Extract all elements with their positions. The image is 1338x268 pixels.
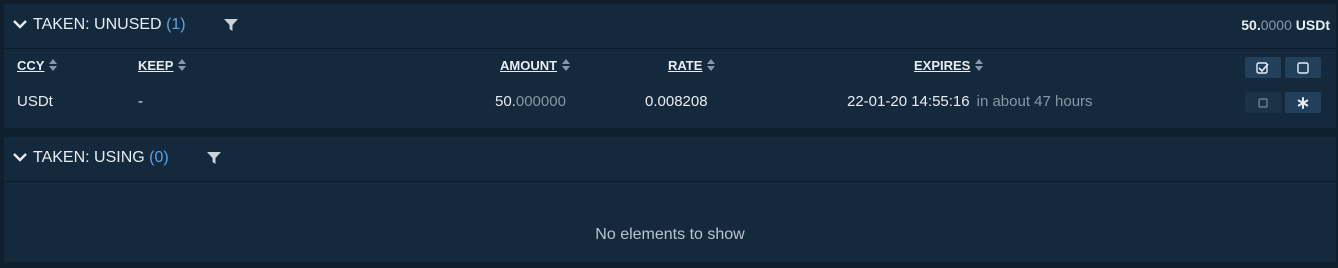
column-label: CCY <box>17 58 45 73</box>
panel-title: TAKEN: USING (0) <box>33 149 169 167</box>
cell-expires: 22-01-20 14:55:16 in about 47 hours <box>847 93 1093 110</box>
total-unit: USDt <box>1291 17 1330 33</box>
panel-count: (1) <box>166 16 186 33</box>
checkbox-checked-icon <box>1256 61 1269 74</box>
filter-icon[interactable] <box>224 18 238 32</box>
panel-header: TAKEN: USING (0) <box>4 137 1336 182</box>
column-label: AMOUNT <box>500 58 558 73</box>
asterisk-icon <box>1297 96 1309 109</box>
chevron-down-icon[interactable] <box>12 150 28 164</box>
sort-icon <box>707 59 716 71</box>
column-label: KEEP <box>138 58 174 73</box>
sort-icon <box>562 59 571 71</box>
row-action-button[interactable] <box>1285 92 1321 113</box>
empty-state-text: No elements to show <box>595 226 745 243</box>
sort-icon <box>49 59 58 71</box>
panel-count: (0) <box>149 149 169 166</box>
sort-icon <box>178 59 187 71</box>
column-header-ccy[interactable]: CCY <box>17 58 58 73</box>
panel-header: TAKEN: UNUSED (1) 50.0000 USDt <box>4 4 1336 49</box>
expires-relative: in about 47 hours <box>976 93 1093 110</box>
column-header-keep[interactable]: KEEP <box>138 58 187 73</box>
cell-keep: - <box>138 93 143 110</box>
sort-icon <box>975 59 984 71</box>
checkbox-icon <box>1258 97 1268 108</box>
panel-title: TAKEN: UNUSED (1) <box>33 16 186 34</box>
column-label: EXPIRES <box>914 58 971 73</box>
checkbox-icon <box>1297 61 1309 74</box>
total-int: 50. <box>1241 17 1261 33</box>
amount-frac: 000000 <box>515 93 566 110</box>
select-none-button[interactable] <box>1285 57 1321 78</box>
column-header-rate[interactable]: RATE <box>668 58 716 73</box>
cell-ccy: USDt <box>17 93 53 110</box>
cell-amount: 50.000000 <box>495 93 566 110</box>
amount-int: 50. <box>495 93 516 110</box>
panel-title-text: TAKEN: USING <box>33 149 145 166</box>
column-header-amount[interactable]: AMOUNT <box>500 58 571 73</box>
expires-datetime: 22-01-20 14:55:16 <box>847 93 970 110</box>
row-select-checkbox[interactable] <box>1245 92 1281 113</box>
filter-icon[interactable] <box>207 151 221 165</box>
column-label: RATE <box>668 58 703 73</box>
select-all-button[interactable] <box>1245 57 1281 78</box>
column-header-expires[interactable]: EXPIRES <box>914 58 984 73</box>
total-amount: 50.0000 USDt <box>1241 17 1330 33</box>
panel-title-text: TAKEN: UNUSED <box>33 16 162 33</box>
taken-unused-panel: TAKEN: UNUSED (1) 50.0000 USDt CCY KEEP … <box>4 4 1336 128</box>
cell-rate: 0.008208 <box>645 93 708 110</box>
total-frac: 0000 <box>1260 17 1292 33</box>
taken-using-panel: TAKEN: USING (0) No elements to show <box>4 137 1336 262</box>
chevron-down-icon[interactable] <box>12 17 28 31</box>
